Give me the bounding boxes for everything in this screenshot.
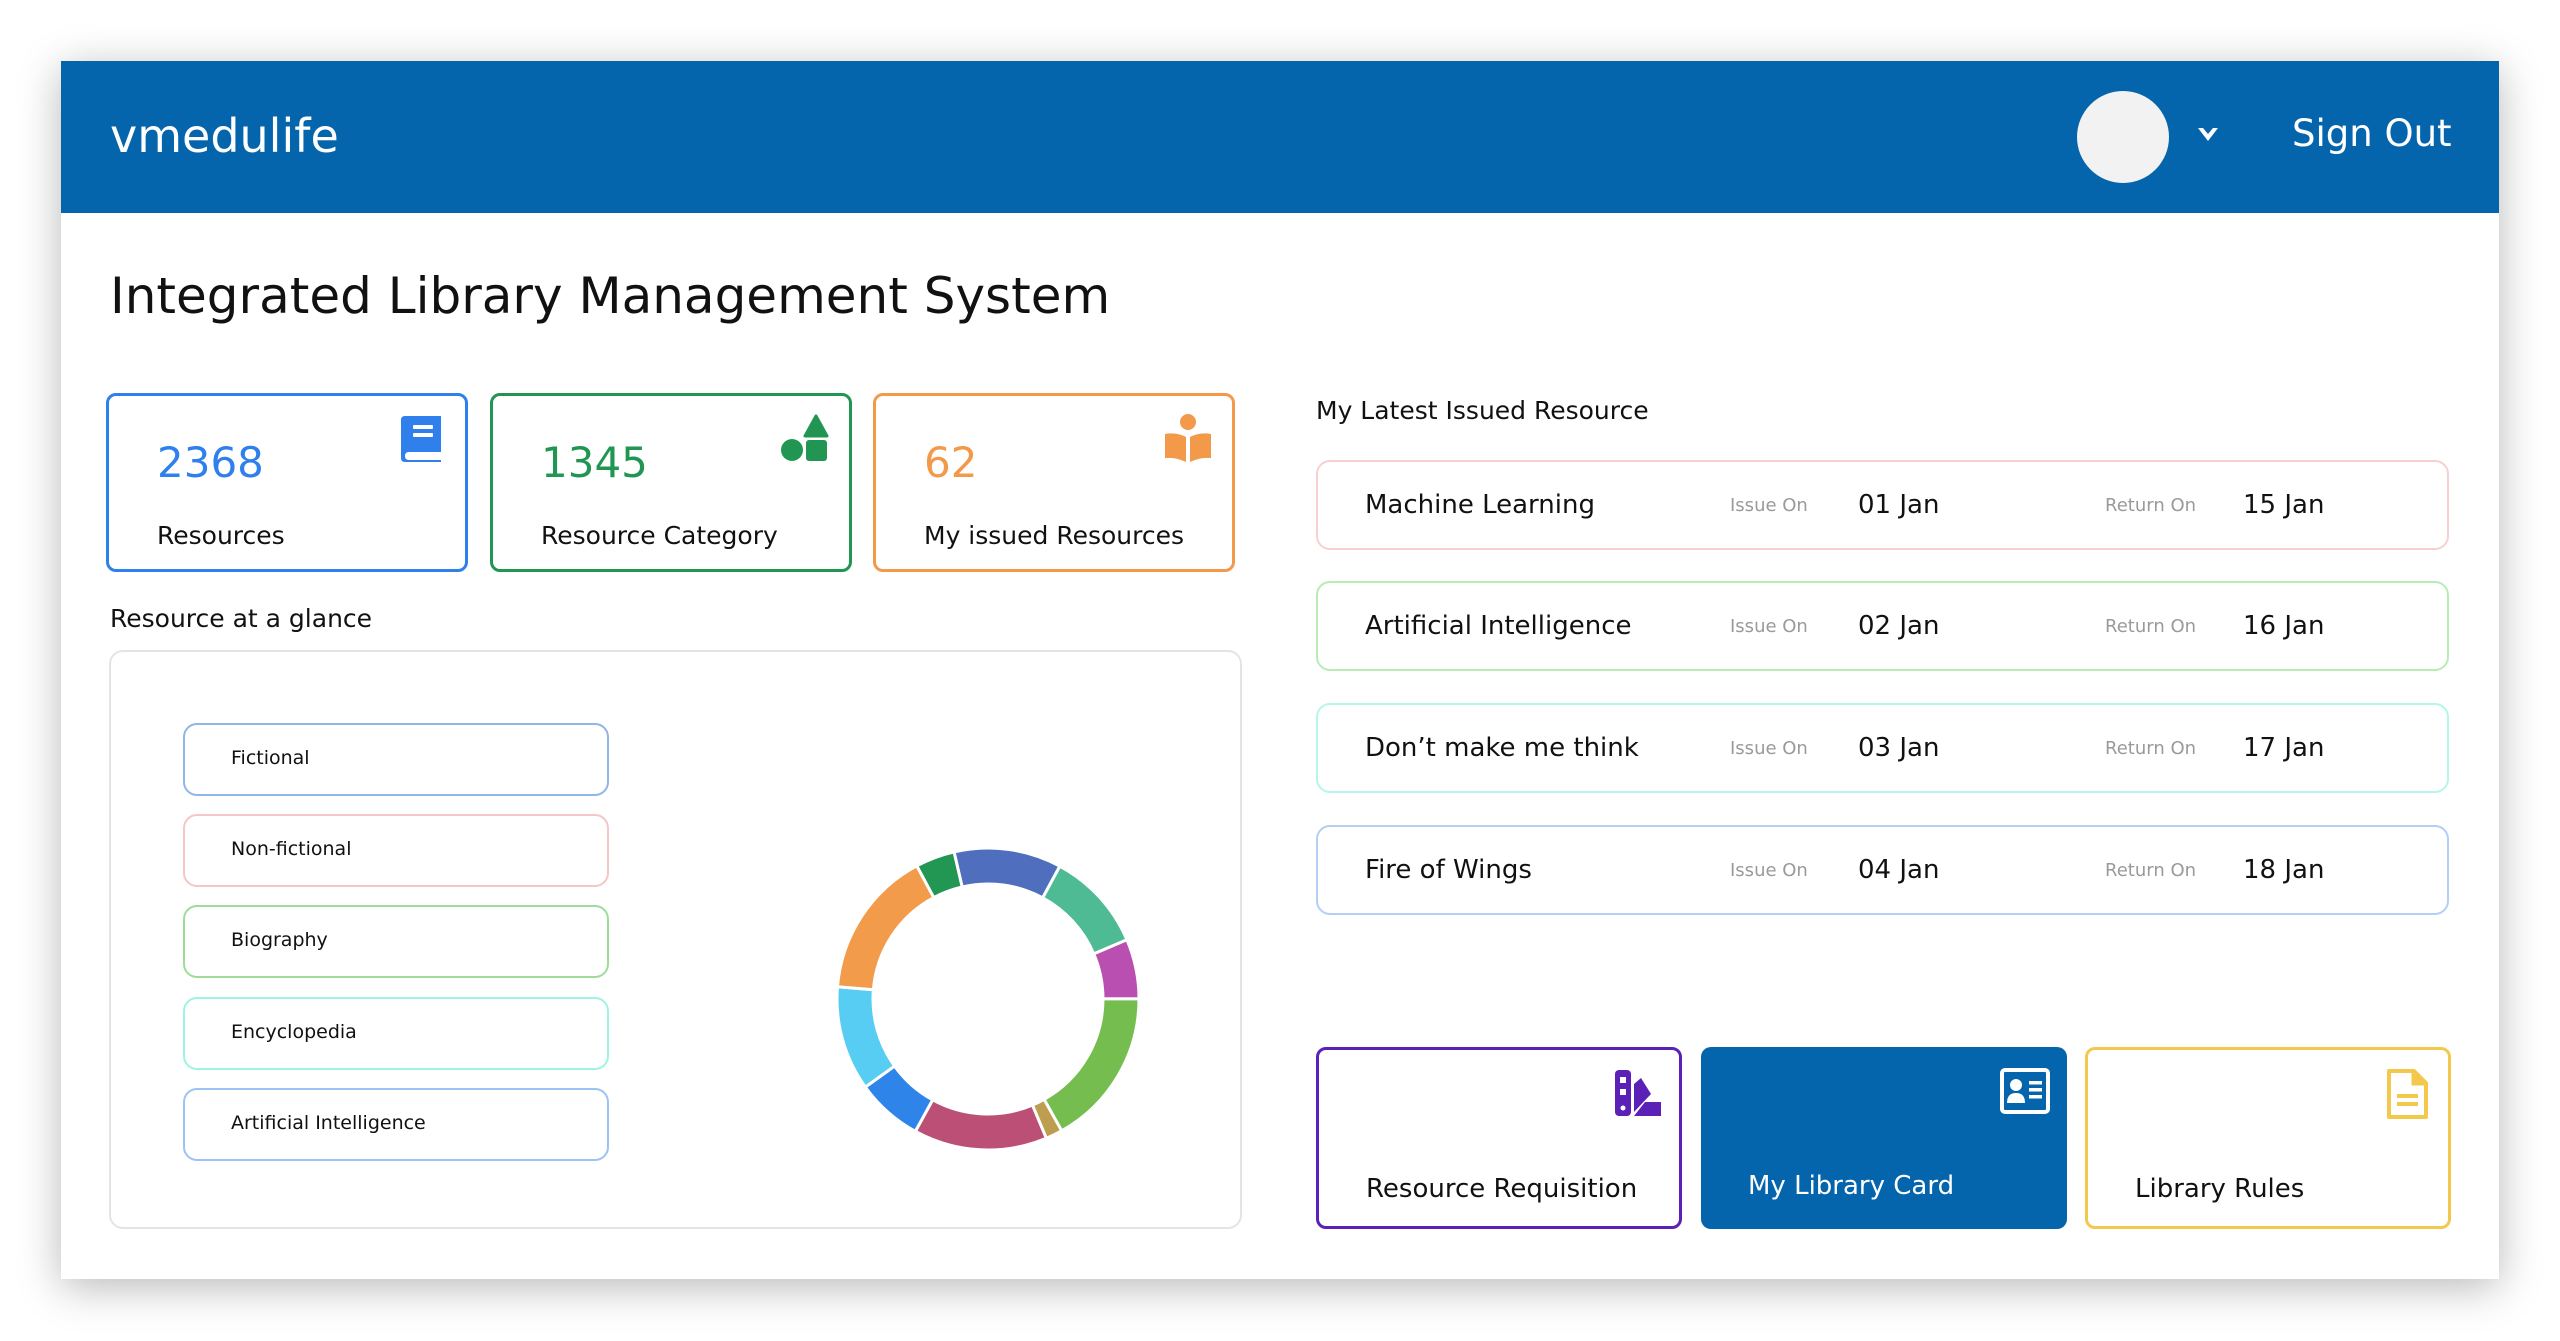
stat-card-resources[interactable]: 2368 Resources bbox=[106, 393, 468, 572]
chevron-down-icon[interactable] bbox=[2195, 121, 2221, 147]
issued-row[interactable]: Machine Learning Issue On 01 Jan Return … bbox=[1316, 460, 2449, 550]
stat-label: Resource Category bbox=[541, 521, 778, 550]
issued-row[interactable]: Fire of Wings Issue On 04 Jan Return On … bbox=[1316, 825, 2449, 915]
donut-slice[interactable] bbox=[913, 1097, 1049, 1152]
donut-slice[interactable] bbox=[1042, 997, 1141, 1133]
action-label: Library Rules bbox=[2135, 1174, 2305, 1204]
glance-panel: Fictional Non-fictional Biography Encycl… bbox=[109, 650, 1242, 1229]
issued-row[interactable]: Artificial Intelligence Issue On 02 Jan … bbox=[1316, 581, 2449, 671]
return-on-label: Return On bbox=[2105, 738, 2197, 759]
issued-title-text: Machine Learning bbox=[1365, 490, 1595, 520]
issued-row[interactable]: Don’t make me think Issue On 03 Jan Retu… bbox=[1316, 703, 2449, 793]
issue-on-date: 02 Jan bbox=[1858, 611, 1940, 641]
return-on-date: 18 Jan bbox=[2243, 855, 2325, 885]
stat-card-resource-category[interactable]: 1345 Resource Category bbox=[490, 393, 852, 572]
user-avatar[interactable] bbox=[2077, 91, 2169, 183]
donut-slice[interactable] bbox=[835, 985, 897, 1090]
issue-on-label: Issue On bbox=[1730, 616, 1808, 637]
shapes-icon bbox=[781, 414, 829, 461]
return-on-label: Return On bbox=[2105, 495, 2197, 516]
stat-value: 62 bbox=[924, 438, 978, 487]
issue-on-date: 04 Jan bbox=[1858, 855, 1940, 885]
action-label: My Library Card bbox=[1748, 1171, 1955, 1201]
issued-title-text: Don’t make me think bbox=[1365, 733, 1639, 763]
donut-slice[interactable] bbox=[835, 863, 936, 992]
issue-on-label: Issue On bbox=[1730, 495, 1808, 516]
donut-chart bbox=[835, 846, 1141, 1152]
stat-card-my-issued-resources[interactable]: 62 My issued Resources bbox=[873, 393, 1235, 572]
stat-value: 2368 bbox=[157, 438, 264, 487]
my-library-card-button[interactable]: My Library Card bbox=[1701, 1047, 2067, 1229]
resource-requisition-button[interactable]: Resource Requisition bbox=[1316, 1047, 1682, 1229]
reader-icon bbox=[1165, 414, 1211, 462]
id-card-icon bbox=[2000, 1068, 2050, 1114]
stat-label: My issued Resources bbox=[924, 521, 1185, 550]
return-on-date: 16 Jan bbox=[2243, 611, 2325, 641]
brand-logo[interactable]: vmedulife bbox=[110, 109, 339, 163]
return-on-date: 17 Jan bbox=[2243, 733, 2325, 763]
stat-value: 1345 bbox=[541, 438, 648, 487]
book-icon bbox=[401, 416, 441, 462]
page-title: Integrated Library Management System bbox=[110, 267, 1111, 325]
action-label: Resource Requisition bbox=[1366, 1174, 1638, 1204]
glance-title: Resource at a glance bbox=[110, 604, 373, 633]
issue-on-date: 03 Jan bbox=[1858, 733, 1940, 763]
top-header: vmedulife Sign Out bbox=[61, 61, 2499, 213]
library-rules-button[interactable]: Library Rules bbox=[2085, 1047, 2451, 1229]
donut-slice[interactable] bbox=[1040, 864, 1129, 956]
issued-title-text: Fire of Wings bbox=[1365, 855, 1532, 885]
issued-title-text: Artificial Intelligence bbox=[1365, 611, 1632, 641]
return-on-label: Return On bbox=[2105, 860, 2197, 881]
stat-label: Resources bbox=[157, 521, 285, 550]
app-window: vmedulife Sign Out Integrated Library Ma… bbox=[61, 61, 2499, 1279]
issue-on-label: Issue On bbox=[1730, 860, 1808, 881]
return-on-label: Return On bbox=[2105, 616, 2197, 637]
issued-title: My Latest Issued Resource bbox=[1316, 396, 1649, 425]
return-on-date: 15 Jan bbox=[2243, 490, 2325, 520]
sign-out-button[interactable]: Sign Out bbox=[2292, 112, 2452, 155]
document-icon bbox=[2387, 1069, 2428, 1119]
swatch-book-icon bbox=[1615, 1070, 1661, 1116]
issue-on-label: Issue On bbox=[1730, 738, 1808, 759]
issue-on-date: 01 Jan bbox=[1858, 490, 1940, 520]
donut-slice[interactable] bbox=[952, 846, 1062, 900]
